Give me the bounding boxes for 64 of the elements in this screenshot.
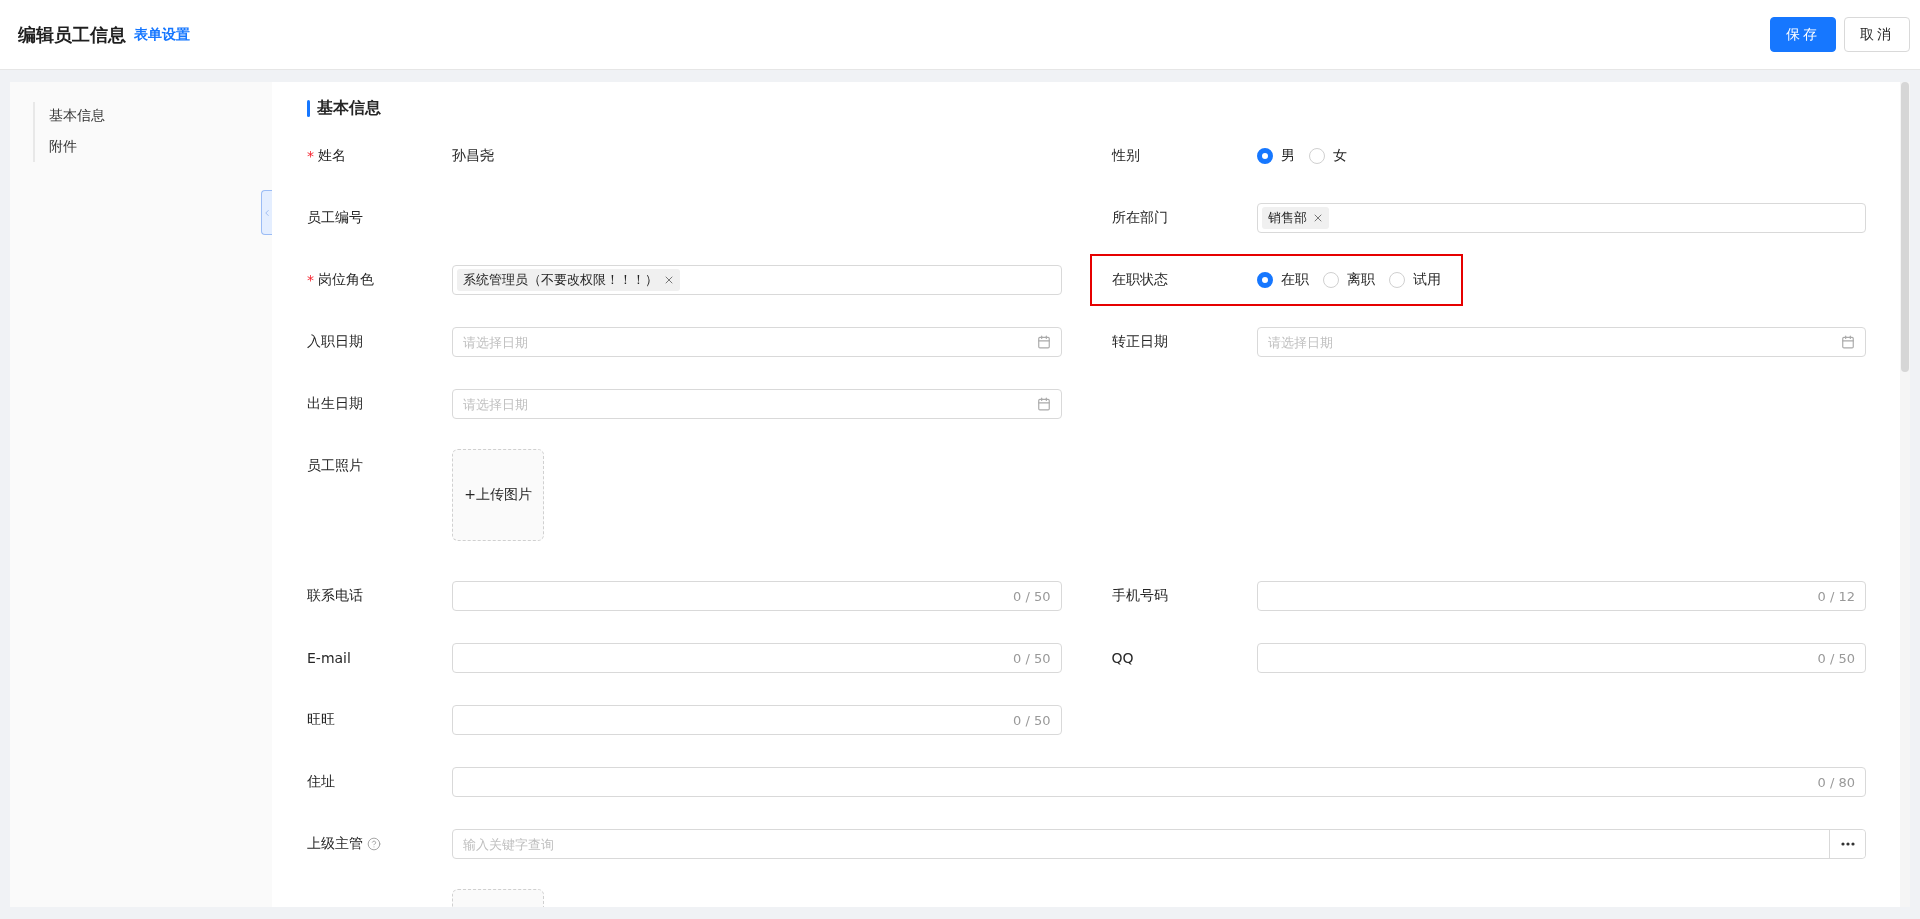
char-counter: 0 / 80 (1817, 774, 1855, 790)
text-field[interactable] (1256, 581, 1866, 611)
field-label: 出生日期 (307, 395, 363, 413)
field-label: E-mail (307, 650, 351, 666)
field-label: 岗位角色 (318, 271, 374, 289)
field-value: 孙昌尧 (452, 146, 494, 165)
field-label: 性别 (1111, 147, 1140, 165)
required-mark: * (307, 272, 314, 288)
date-field[interactable]: 请选择日期 (452, 327, 1062, 357)
more-icon (1840, 842, 1855, 846)
char-counter: 0 / 50 (1013, 712, 1051, 728)
char-counter: 0 / 50 (1013, 588, 1051, 604)
more-button[interactable] (1829, 830, 1865, 858)
calendar-icon (1036, 397, 1051, 411)
tag-label: 系统管理员（不要改权限！！！） (463, 271, 658, 289)
calendar-icon (1036, 335, 1051, 349)
field-label: 姓名 (318, 147, 346, 165)
radio-option[interactable]: 试用 (1388, 271, 1441, 289)
tag-label: 销售部 (1267, 209, 1307, 227)
sidebar-item[interactable]: 基本信息 (35, 106, 272, 125)
radio-icon[interactable] (1256, 148, 1273, 164)
form-settings-link[interactable]: 表单设置 (134, 25, 190, 44)
upload-button[interactable]: +上传图片 (452, 449, 544, 541)
text-field[interactable] (452, 643, 1062, 673)
remove-icon[interactable] (663, 274, 675, 286)
field-label: 转正日期 (1111, 333, 1168, 351)
field-label: QQ (1111, 650, 1134, 666)
help-icon[interactable] (367, 837, 381, 851)
radio-icon[interactable] (1256, 272, 1273, 288)
section-heading: 基本信息 (307, 98, 1866, 119)
cancel-button[interactable]: 取消 (1844, 17, 1910, 52)
radio-option[interactable]: 女 (1308, 147, 1347, 165)
text-field[interactable] (452, 705, 1062, 735)
radio-option[interactable]: 离职 (1322, 271, 1375, 289)
char-counter: 0 / 12 (1817, 588, 1855, 604)
date-field[interactable]: 请选择日期 (1256, 327, 1866, 357)
tag-select-field[interactable]: 系统管理员（不要改权限！！！） (452, 265, 1062, 295)
field-label: 联系电话 (307, 587, 363, 605)
page-title: 编辑员工信息 (18, 22, 126, 47)
date-field[interactable]: 请选择日期 (452, 389, 1062, 419)
radio-option[interactable]: 男 (1256, 147, 1295, 165)
search-field[interactable]: 输入关键字查询 (452, 829, 1866, 859)
char-counter: 0 / 50 (1817, 650, 1855, 666)
scrollbar[interactable] (1900, 82, 1910, 907)
required-mark: * (307, 148, 314, 164)
collapse-handle[interactable] (261, 190, 272, 235)
field-label: 入职日期 (307, 333, 363, 351)
tag-select-field[interactable]: 销售部 (1256, 203, 1866, 233)
text-field[interactable] (452, 581, 1062, 611)
radio-option[interactable]: 在职 (1256, 271, 1309, 289)
field-label: 员工照片 (307, 457, 363, 475)
field-label: 员工编号 (307, 209, 363, 227)
field-label: 所在部门 (1111, 209, 1168, 227)
text-field[interactable] (452, 767, 1866, 797)
sidebar-item[interactable]: 附件 (35, 137, 272, 156)
calendar-icon (1841, 335, 1855, 349)
text-field[interactable] (1256, 643, 1866, 673)
field-label: 上级主管 (307, 835, 363, 853)
field-label: 住址 (307, 773, 335, 791)
field-label: 手机号码 (1111, 587, 1168, 605)
char-counter: 0 / 50 (1013, 650, 1051, 666)
save-button[interactable]: 保存 (1770, 17, 1836, 52)
field-label: 旺旺 (307, 711, 335, 729)
field-label: 在职状态 (1111, 271, 1168, 289)
